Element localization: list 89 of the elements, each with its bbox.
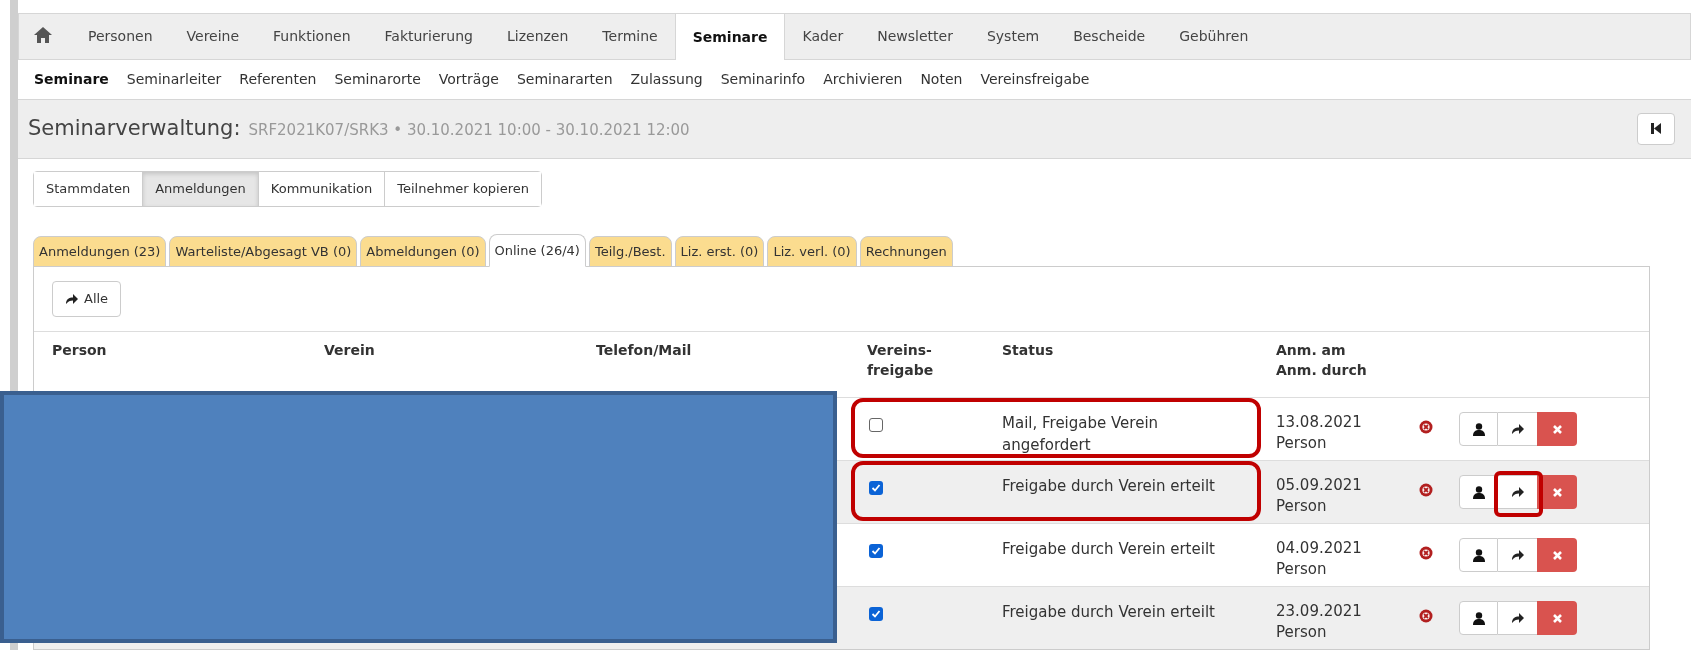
close-icon [1552,424,1562,434]
date-text: 04.09.2021 [1276,538,1362,559]
delete-button[interactable] [1537,475,1577,509]
registered-by-text: Person [1276,496,1327,517]
cancel-circle-icon[interactable] [1419,609,1433,623]
person-icon [1472,611,1485,625]
tab[interactable]: Liz. erst. (0) [674,236,765,267]
status-text: Freigabe durch Verein erteilt [1002,539,1216,560]
share-arrow-icon [1511,613,1524,623]
status-text: Freigabe durch Verein erteilt [1002,602,1216,623]
tab[interactable]: Rechnungen [859,236,953,267]
subnav-link[interactable]: Seminarorte [328,68,427,90]
cancel-circle-icon[interactable] [1419,546,1433,560]
subnav-link[interactable]: Seminarleiter [120,68,228,90]
forward-button[interactable] [1498,601,1537,635]
skip-to-start-icon [1651,123,1661,135]
cancel-circle-icon[interactable] [1419,420,1433,434]
nav-tab[interactable]: Personen [71,14,170,59]
forward-all-button[interactable]: Alle [52,281,122,317]
person-button[interactable] [1459,538,1498,572]
tab[interactable]: Teilg./Best. [588,236,672,267]
checkbox[interactable] [869,418,883,432]
person-icon [1472,485,1485,499]
section-tab[interactable]: Anmeldungen [142,172,258,206]
subnav-link[interactable]: Zulassung [624,68,709,90]
share-arrow-icon [65,294,78,304]
subnav-link[interactable]: Noten [914,68,969,90]
seminar-subtitle: SRF2021K07/SRK3 • 30.10.2021 10:00 - 30.10.2021 12:00 [248,120,690,142]
nav-tab[interactable]: Fakturierung [367,14,490,59]
subnav-link[interactable]: Archivieren [817,68,909,90]
subnav-link[interactable]: Vorträge [432,68,505,90]
checkbox[interactable] [869,544,883,558]
nav-tab[interactable]: Lizenzen [490,14,586,59]
home-icon[interactable] [33,26,53,44]
tab[interactable]: Liz. verl. (0) [767,236,857,267]
subnav-link[interactable]: Seminare [28,68,115,90]
status-text: Freigabe durch Verein erteilt [1002,476,1216,497]
cancel-circle-icon[interactable] [1419,483,1433,497]
date-text: 23.09.2021 [1276,601,1362,622]
column-header: Telefon/Mail [596,341,692,360]
column-header: Verein [324,341,375,360]
date-text: 05.09.2021 [1276,475,1362,496]
column-header: Vereins- freigabe [867,341,934,380]
person-icon [1472,548,1485,562]
tab[interactable]: Anmeldungen (23) [33,236,167,267]
registered-by-text: Person [1276,622,1327,643]
person-button[interactable] [1459,412,1498,446]
delete-button[interactable] [1537,412,1577,446]
column-header: Anm. am Anm. durch [1276,341,1367,380]
section-tab[interactable]: Teilnehmer kopieren [384,172,541,206]
collapse-button[interactable] [1637,112,1675,145]
nav-tab[interactable]: Newsletter [860,14,970,59]
registered-by-text: Person [1276,559,1327,580]
status-text: Mail, Freigabe Verein angefordert [1002,413,1160,456]
nav-tab[interactable]: Bescheide [1056,14,1163,59]
person-button[interactable] [1459,601,1498,635]
tab[interactable]: Online (26/4) [488,234,586,267]
date-text: 13.08.2021 [1276,412,1362,433]
checkbox[interactable] [869,607,883,621]
forward-button[interactable] [1498,412,1537,446]
person-icon [1472,422,1485,436]
nav-tab[interactable]: Vereine [169,14,257,59]
nav-tab[interactable]: Kader [785,14,861,59]
checkbox[interactable] [869,481,883,495]
delete-button[interactable] [1537,538,1577,572]
share-arrow-icon [1511,487,1524,497]
nav-tab[interactable]: Seminare [674,13,786,60]
close-icon [1552,613,1562,623]
forward-button[interactable] [1498,475,1537,509]
nav-tab[interactable]: Funktionen [256,14,368,59]
forward-button[interactable] [1498,538,1537,572]
share-arrow-icon [1511,424,1524,434]
subnav-link[interactable]: Referenten [233,68,323,90]
nav-tab[interactable]: Gebühren [1162,14,1266,59]
column-header: Person [52,341,107,360]
registered-by-text: Person [1276,433,1327,454]
close-icon [1552,550,1562,560]
page-title: Seminarverwaltung: [28,115,241,143]
subnav-link[interactable]: Vereinsfreigabe [974,68,1096,90]
close-icon [1552,487,1562,497]
tab[interactable]: Warteliste/Abgesagt VB (0) [169,236,358,267]
delete-button[interactable] [1537,601,1577,635]
subnav-link[interactable]: Seminarinfo [714,68,812,90]
column-header: Status [1002,341,1054,360]
nav-tab[interactable]: System [969,14,1057,59]
share-arrow-icon [1511,550,1524,560]
subnav-link[interactable]: Seminararten [510,68,619,90]
tab[interactable]: Abmeldungen (0) [360,236,486,267]
nav-tab[interactable]: Termine [585,14,675,59]
